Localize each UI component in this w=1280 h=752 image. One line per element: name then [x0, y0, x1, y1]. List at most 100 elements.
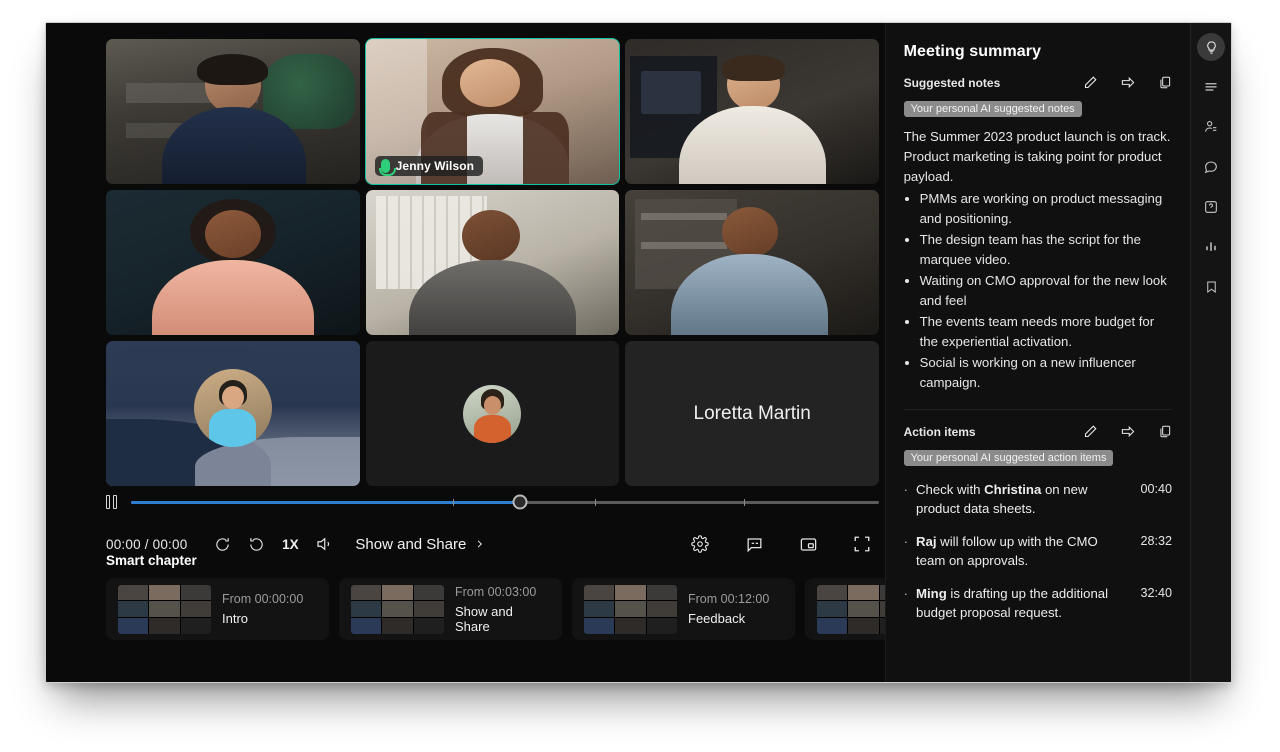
chapter-from: From 00:12:00 — [688, 592, 769, 606]
lightbulb-icon[interactable] — [1197, 33, 1225, 61]
chapter-card[interactable]: From 00:03:00 Show and Share — [339, 578, 562, 640]
action-items-ai-chip: Your personal AI suggested action items — [904, 450, 1114, 466]
chapter-meta: From 00:12:00 Feedback — [688, 592, 769, 626]
seek-bar[interactable] — [131, 501, 879, 504]
playback-speed-button[interactable]: 1X — [273, 537, 307, 552]
page-root: Jenny Wilson — [0, 0, 1280, 752]
action-item[interactable]: · Raj will follow up with the CMO team o… — [904, 532, 1172, 570]
action-items-heading: Action items — [904, 425, 976, 439]
video-tile-active[interactable]: Jenny Wilson — [366, 39, 620, 184]
section-divider — [904, 409, 1172, 410]
panel-title: Meeting summary — [904, 43, 1172, 61]
polls-icon[interactable] — [1197, 233, 1225, 261]
video-grid: Jenny Wilson — [106, 39, 879, 486]
action-item-timestamp: 00:40 — [1135, 480, 1173, 518]
bullet-marker: · — [904, 532, 908, 570]
action-item-text: Raj will follow up with the CMO team on … — [916, 532, 1127, 570]
video-tile[interactable] — [106, 39, 360, 184]
share-arrow-icon[interactable] — [1120, 75, 1136, 90]
smart-chapter-title: Smart chapter — [106, 553, 896, 568]
transcript-icon[interactable] — [1197, 73, 1225, 101]
video-tile[interactable] — [366, 190, 620, 335]
video-feed — [106, 39, 360, 184]
chapter-from: From 00:03:00 — [455, 585, 550, 599]
video-feed — [625, 190, 879, 335]
action-item[interactable]: · Ming is drafting up the additional bud… — [904, 584, 1172, 622]
action-item-timestamp: 28:32 — [1135, 532, 1173, 570]
show-and-share-label: Show and Share — [355, 536, 466, 553]
participant-nameplate: Jenny Wilson — [375, 156, 483, 176]
chapter-meta: From 00:03:00 Show and Share — [455, 585, 550, 634]
chapter-thumbnail — [351, 585, 444, 634]
chapter-thumbnail — [584, 585, 677, 634]
notes-bullet-list: PMMs are working on product messaging an… — [920, 189, 1172, 393]
video-tile-name-only[interactable]: Loretta Martin — [625, 341, 879, 486]
chapter-card[interactable]: From 00:00:00 Intro — [106, 578, 329, 640]
notes-bullet: The events team needs more budget for th… — [920, 312, 1172, 352]
notes-bullet: The design team has the script for the m… — [920, 230, 1172, 270]
progress-row — [106, 491, 879, 513]
participant-name: Jenny Wilson — [396, 159, 474, 173]
video-tile[interactable] — [106, 190, 360, 335]
edit-icon[interactable] — [1083, 75, 1098, 90]
suggested-notes-heading: Suggested notes — [904, 76, 1001, 90]
bookmark-icon[interactable] — [1197, 273, 1225, 301]
chapter-strip[interactable]: From 00:00:00 Intro From 00:03:00 Show — [106, 578, 896, 640]
chapter-meta: From 00:00:00 Intro — [222, 592, 303, 626]
action-items-actions — [1083, 424, 1172, 439]
action-items-header: Action items — [904, 424, 1172, 439]
notes-ai-chip: Your personal AI suggested notes — [904, 101, 1082, 117]
copy-icon[interactable] — [1158, 424, 1172, 439]
action-items-list: · Check with Christina on new product da… — [904, 480, 1172, 622]
mic-on-icon — [381, 159, 390, 173]
smart-chapters: Smart chapter From 00:00:00 Intro — [106, 553, 896, 640]
chapter-label: Intro — [222, 611, 303, 626]
notes-paragraph: The Summer 2023 product launch is on tra… — [904, 127, 1172, 187]
video-tile[interactable] — [625, 39, 879, 184]
video-feed — [106, 190, 360, 335]
video-feed — [625, 39, 879, 184]
chapter-from: From 00:00:00 — [222, 592, 303, 606]
seek-handle[interactable] — [512, 495, 527, 510]
video-feed — [366, 190, 620, 335]
chapter-label: Show and Share — [455, 604, 550, 634]
avatar — [463, 385, 521, 443]
bullet-marker: · — [904, 584, 908, 622]
action-item-timestamp: 32:40 — [1135, 584, 1173, 622]
timecode: 00:00 / 00:00 — [106, 537, 187, 552]
seek-fill — [131, 501, 520, 504]
video-feed — [106, 341, 360, 486]
action-item[interactable]: · Check with Christina on new product da… — [904, 480, 1172, 518]
player-controls: 00:00 / 00:00 1X — [106, 491, 879, 557]
notes-actions — [1083, 75, 1172, 90]
meeting-summary-panel: Meeting summary Suggested notes — [885, 23, 1190, 682]
bullet-marker: · — [904, 480, 908, 518]
video-tile-virtual-background[interactable] — [106, 341, 360, 486]
participant-name: Loretta Martin — [694, 403, 811, 425]
video-tile[interactable] — [625, 190, 879, 335]
pause-icon[interactable] — [106, 495, 119, 509]
participants-icon[interactable] — [1197, 113, 1225, 141]
chapter-card[interactable]: From 00:12:00 Feedback — [572, 578, 795, 640]
edit-icon[interactable] — [1083, 424, 1098, 439]
qa-icon[interactable] — [1197, 193, 1225, 221]
chapter-thumbnail — [118, 585, 211, 634]
chapter-label: Feedback — [688, 611, 769, 626]
notes-body: The Summer 2023 product launch is on tra… — [904, 127, 1172, 393]
copy-icon[interactable] — [1158, 75, 1172, 90]
suggested-notes-header: Suggested notes — [904, 75, 1172, 90]
notes-bullet: Social is working on a new influencer ca… — [920, 353, 1172, 393]
video-feed — [366, 341, 620, 486]
meeting-window: Jenny Wilson — [45, 22, 1232, 683]
video-tile-avatar[interactable] — [366, 341, 620, 486]
right-icon-rail — [1190, 23, 1231, 682]
video-stage: Jenny Wilson — [46, 23, 885, 682]
show-and-share-button[interactable]: Show and Share — [355, 536, 485, 553]
action-item-text: Ming is drafting up the additional budge… — [916, 584, 1127, 622]
notes-bullet: PMMs are working on product messaging an… — [920, 189, 1172, 229]
notes-bullet: Waiting on CMO approval for the new look… — [920, 271, 1172, 311]
share-arrow-icon[interactable] — [1120, 424, 1136, 439]
action-item-text: Check with Christina on new product data… — [916, 480, 1127, 518]
chat-icon[interactable] — [1197, 153, 1225, 181]
avatar — [194, 369, 272, 447]
